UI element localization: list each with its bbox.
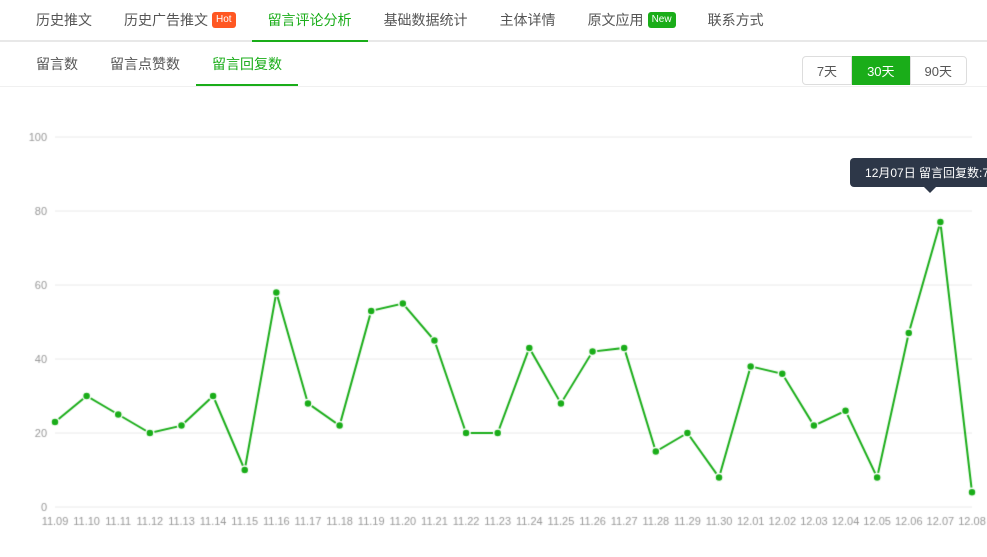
- line-chart: [10, 107, 987, 557]
- nav-item-基础数据统计[interactable]: 基础数据统计: [368, 0, 484, 41]
- time-btn-90天[interactable]: 90天: [910, 56, 967, 85]
- top-nav: 历史推文历史广告推文Hot留言评论分析基础数据统计主体详情原文应用New联系方式: [0, 0, 987, 42]
- nav-item-原文应用[interactable]: 原文应用New: [572, 0, 692, 41]
- nav-item-历史推文[interactable]: 历史推文: [20, 0, 108, 41]
- chart-container: 12月07日 留言回复数:77: [0, 87, 987, 547]
- nav-item-留言评论分析[interactable]: 留言评论分析: [252, 0, 368, 42]
- nav-item-联系方式[interactable]: 联系方式: [692, 0, 780, 41]
- time-btn-30天[interactable]: 30天: [852, 56, 909, 85]
- sub-tab-留言点赞数[interactable]: 留言点赞数: [94, 54, 196, 86]
- sub-tabs-bar: 留言数留言点赞数留言回复数 7天30天90天: [0, 42, 987, 87]
- nav-item-主体详情[interactable]: 主体详情: [484, 0, 572, 41]
- sub-tabs-left: 留言数留言点赞数留言回复数: [20, 54, 298, 86]
- nav-badge-hot: Hot: [212, 12, 236, 28]
- nav-badge-new: New: [648, 12, 676, 28]
- time-buttons: 7天30天90天: [802, 56, 967, 85]
- nav-item-历史广告推文[interactable]: 历史广告推文Hot: [108, 0, 252, 41]
- sub-tab-留言数[interactable]: 留言数: [20, 54, 94, 86]
- sub-tab-留言回复数[interactable]: 留言回复数: [196, 54, 298, 86]
- time-btn-7天[interactable]: 7天: [802, 56, 852, 85]
